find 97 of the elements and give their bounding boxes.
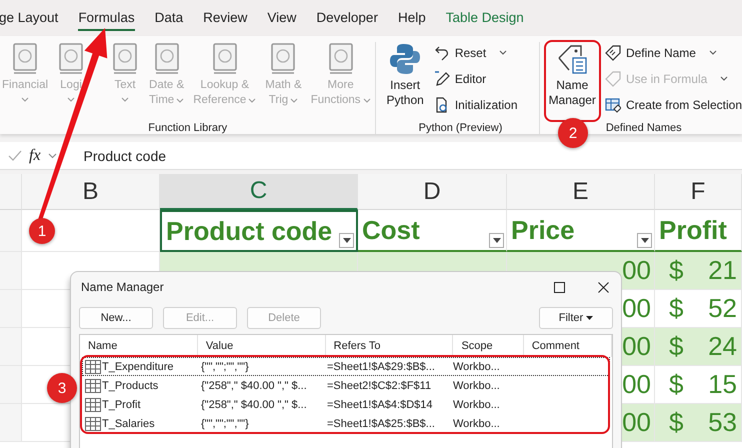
row-header[interactable]: [0, 290, 22, 328]
group-label: Function Library: [148, 122, 228, 134]
row-header[interactable]: [0, 366, 22, 404]
caret-icon: [640, 238, 648, 243]
table-icon: [85, 360, 101, 374]
filter-dropdown[interactable]: [339, 233, 354, 248]
column-header[interactable]: D: [358, 174, 507, 210]
row-header[interactable]: [0, 252, 22, 290]
corner-cell[interactable]: [0, 174, 22, 210]
check-icon: [8, 150, 22, 162]
table-icon: [85, 398, 101, 412]
row-header[interactable]: [0, 404, 22, 442]
book-icon: [154, 42, 180, 76]
amount-text: 53: [708, 407, 737, 438]
amount-text: 24: [708, 331, 737, 362]
caret-icon: [492, 238, 500, 243]
filter-dropdown[interactable]: [637, 233, 652, 248]
list-column-header[interactable]: Comment: [524, 335, 612, 357]
ribbon-button[interactable]: Insert Python: [382, 42, 428, 122]
column-header[interactable]: B: [22, 174, 160, 210]
table-icon: [85, 416, 101, 430]
scope-text: Workbo...: [452, 418, 501, 430]
ribbon-tab[interactable]: Data: [154, 6, 184, 30]
name-list-row[interactable]: T_Expenditure {"","";"",""} =Sheet1!$A$29:$B$... Workbo...: [82, 357, 610, 376]
dialog-button[interactable]: New...: [79, 307, 153, 329]
book-icon: [112, 42, 138, 76]
ribbon-tab[interactable]: View: [267, 6, 296, 30]
reference-text: =Sheet1!$A$29:$B$...: [326, 360, 436, 372]
currency-symbol: $: [669, 369, 684, 400]
tag-icon: [604, 45, 621, 61]
book-icon: [212, 42, 238, 76]
ribbon-tab[interactable]: Review: [203, 6, 248, 30]
undo-icon: [434, 45, 450, 61]
name-text: T_Expenditure: [102, 360, 174, 372]
ribbon-button[interactable]: Editor: [434, 68, 518, 90]
amount-text: 52: [708, 293, 737, 324]
ribbon-tab[interactable]: Developer: [316, 6, 378, 30]
tag-icon: [604, 71, 621, 87]
close-icon[interactable]: [598, 282, 609, 292]
reference-text: =Sheet1!$A$25:$B$...: [326, 418, 436, 430]
caret-icon: [586, 316, 594, 320]
name-text: T_Profit: [102, 398, 141, 410]
step-badge: 3: [47, 373, 77, 403]
ribbon-tab[interactable]: Formulas: [78, 6, 135, 30]
scope-text: Workbo...: [452, 380, 501, 392]
filter-button[interactable]: Filter: [539, 307, 613, 329]
filter-dropdown[interactable]: [489, 233, 504, 248]
name-text: T_Salaries: [102, 418, 155, 430]
table-icon: [85, 378, 101, 392]
pencil-icon: [434, 71, 450, 87]
formula-field[interactable]: Product code: [76, 148, 166, 164]
ribbon-tab[interactable]: Table Design: [446, 6, 524, 30]
function-label[interactable]: fx: [29, 146, 41, 164]
ribbon-tab[interactable]: Help: [398, 6, 426, 30]
list-column-header[interactable]: Scope: [453, 335, 524, 357]
book-icon: [58, 42, 84, 76]
list-column-header[interactable]: Value: [198, 335, 326, 357]
python-logo-icon: [389, 42, 422, 76]
row-header[interactable]: [0, 328, 22, 366]
group-label: Python (Preview): [418, 122, 502, 134]
currency-symbol: $: [669, 293, 684, 324]
ribbon-button[interactable]: Reset: [434, 42, 518, 64]
ribbon-button[interactable]: Create from Selection: [604, 94, 742, 116]
scope-text: Workbo...: [452, 360, 501, 372]
currency-symbol: $: [669, 331, 684, 362]
table-tag-icon: [604, 97, 621, 113]
scope-text: Workbo...: [452, 398, 501, 410]
amount-text: 21: [708, 255, 737, 286]
row-header[interactable]: [0, 210, 22, 252]
column-header[interactable]: C: [160, 174, 358, 210]
book-icon: [328, 42, 354, 76]
currency-symbol: $: [669, 255, 684, 286]
reference-text: =Sheet1!$A$4:$D$14: [326, 398, 434, 410]
amount-text: 15: [708, 369, 737, 400]
ribbon-button[interactable]: Define Name: [604, 42, 742, 64]
table-header-cell[interactable]: Product code: [160, 210, 358, 252]
value-text: {"258"," $40.00 "," $...: [200, 380, 308, 392]
ribbon-button[interactable]: Name Manager: [546, 42, 599, 120]
step-badge: 1: [29, 218, 55, 244]
book-icon: [270, 42, 296, 76]
maximize-icon[interactable]: [554, 282, 565, 292]
dialog-title: Name Manager: [81, 280, 164, 294]
value-text: {"","";"",""}: [200, 418, 250, 430]
book-icon: [12, 42, 38, 76]
list-column-header[interactable]: Name: [80, 335, 198, 357]
currency-symbol: $: [669, 407, 684, 438]
ribbon-button[interactable]: Initialization: [434, 94, 518, 116]
value-text: {"258"," $40.00 "," $...: [200, 398, 308, 410]
column-header[interactable]: F: [655, 174, 742, 210]
name-text: T_Products: [102, 380, 158, 392]
value-text: {"","";"",""}: [200, 360, 250, 372]
group-label: Defined Names: [606, 122, 682, 134]
reference-text: =Sheet2!$C$2:$F$11: [326, 380, 432, 392]
column-header[interactable]: E: [507, 174, 655, 210]
caret-icon: [48, 152, 57, 158]
caret-icon: [342, 238, 350, 243]
list-column-header[interactable]: Refers To: [326, 335, 454, 357]
